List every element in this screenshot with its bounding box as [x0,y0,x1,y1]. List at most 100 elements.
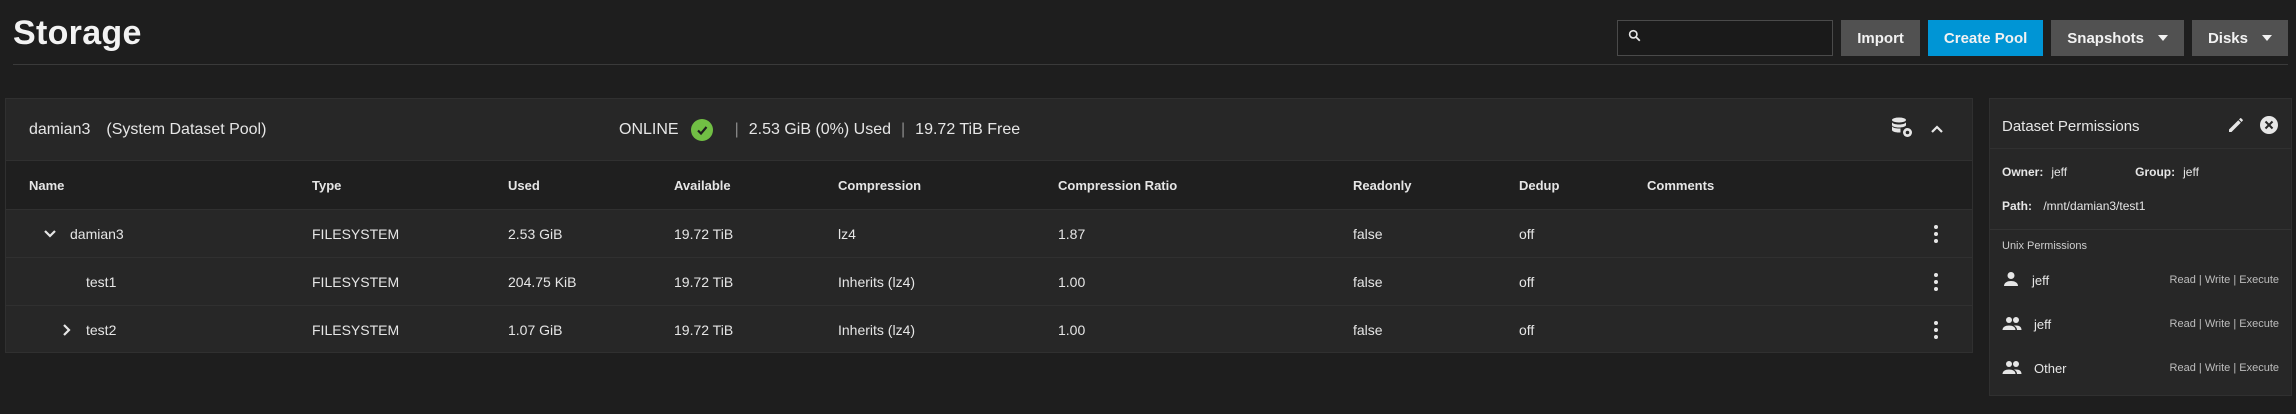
group-icon [2002,314,2022,335]
dataset-dedup: off [1519,273,1535,290]
dataset-used: 204.75 KiB [508,273,577,290]
table-row[interactable]: damian3 FILESYSTEM 2.53 GiB 19.72 TiB lz… [6,209,1972,257]
title-divider [13,64,2288,65]
owner-value: jeff [2051,165,2068,179]
dataset-type: FILESYSTEM [312,225,400,242]
permissions-path-row: Path: /mnt/damian3/test1 [1990,179,2291,213]
pool-used: 2.53 GiB (0%) Used [748,120,892,138]
check-circle-icon [690,118,713,141]
table-header: Name Type Used Available Compression Com… [6,161,1972,209]
permissions-header: Dataset Permissions [1990,105,2291,149]
col-header-name[interactable]: Name [29,178,64,193]
col-header-readonly[interactable]: Readonly [1353,178,1412,193]
caret-down-icon [2157,35,2168,41]
pool-settings-icon[interactable] [1890,115,1914,144]
col-header-available[interactable]: Available [674,178,731,193]
permission-entry-user: jeff Read | Write | Execute [1990,258,2291,302]
col-header-used[interactable]: Used [508,178,540,193]
toolbar: Import Create Pool Snapshots Disks [1617,20,2288,56]
dataset-type: FILESYSTEM [312,273,400,290]
dataset-name: test2 [86,321,117,338]
disks-menu-button[interactable]: Disks [2191,20,2288,56]
permission-rights: Read | Write | Execute [2169,274,2279,286]
chevron-down-icon[interactable] [43,229,57,239]
dataset-compression-ratio: 1.00 [1058,273,1086,290]
dataset-dedup: off [1519,225,1535,242]
import-button[interactable]: Import [1841,20,1920,56]
col-header-type[interactable]: Type [312,178,341,193]
more-vert-icon[interactable] [1934,320,1938,339]
dataset-readonly: false [1353,225,1383,242]
pool-actions [1890,115,1944,144]
user-icon [2002,270,2020,291]
table-row[interactable]: test2 FILESYSTEM 1.07 GiB 19.72 TiB Inhe… [6,305,1972,353]
dataset-compression: Inherits (lz4) [838,273,916,290]
path-value: /mnt/damian3/test1 [2043,199,2146,213]
permission-who: Other [2034,360,2067,376]
dataset-readonly: false [1353,321,1383,338]
pool-name-text: damian3 [29,120,91,138]
edit-pencil-icon[interactable] [2227,116,2245,138]
dataset-name: test1 [86,273,117,290]
disks-button-label: Disks [2207,29,2248,47]
pool-header: damian3 (System Dataset Pool) ONLINE | 2.… [6,99,1972,161]
page-title: Storage [13,14,142,52]
permission-entry-other: Other Read | Write | Execute [1990,346,2291,390]
dataset-available: 19.72 TiB [674,273,734,290]
dataset-permissions-panel: Dataset Permissions Owner: jeff Group: j… [1989,98,2292,396]
create-pool-button-label: Create Pool [1943,29,2028,47]
search-box[interactable] [1617,20,1834,56]
caret-down-icon [2262,35,2272,41]
separator: | [901,120,906,138]
group-icon [2002,358,2022,379]
import-button-label: Import [1857,29,1904,47]
system-dataset-label: (System Dataset Pool) [106,120,267,138]
dataset-compression-ratio: 1.00 [1058,321,1086,338]
snapshots-button-label: Snapshots [2067,29,2144,47]
dataset-compression-ratio: 1.87 [1058,225,1086,242]
col-header-dedup[interactable]: Dedup [1519,178,1559,193]
table-row[interactable]: test1 FILESYSTEM 204.75 KiB 19.72 TiB In… [6,257,1972,305]
dataset-readonly: false [1353,273,1383,290]
dataset-used: 1.07 GiB [508,321,563,338]
dataset-compression: Inherits (lz4) [838,321,916,338]
permissions-actions [2227,115,2279,139]
close-icon[interactable] [2259,115,2279,139]
create-pool-button[interactable]: Create Pool [1927,20,2044,56]
permission-rights: Read | Write | Execute [2169,318,2279,330]
permissions-owner-row: Owner: jeff Group: jeff [1990,149,2291,179]
collapse-chevron-up-icon[interactable] [1930,121,1944,139]
chevron-right-icon[interactable] [62,323,72,337]
dataset-available: 19.72 TiB [674,321,734,338]
search-input[interactable] [1649,30,1820,46]
dataset-compression: lz4 [838,225,856,242]
permissions-list: jeff Read | Write | Execute jeff Read | … [1990,258,2291,390]
more-vert-icon[interactable] [1934,224,1938,243]
col-header-compression[interactable]: Compression [838,178,921,193]
pool-name: damian3 (System Dataset Pool) [29,121,266,139]
col-header-comments[interactable]: Comments [1647,178,1714,193]
pool-panel: damian3 (System Dataset Pool) ONLINE | 2.… [5,98,1973,353]
dataset-available: 19.72 TiB [674,225,734,242]
group-label: Group: [2135,165,2176,179]
owner-label: Owner: [2002,165,2044,179]
group-value: jeff [2183,165,2199,179]
unix-permissions-label: Unix Permissions [2002,240,2087,252]
separator: | [734,120,739,138]
dataset-used: 2.53 GiB [508,225,563,242]
dataset-dedup: off [1519,321,1535,338]
pool-status-text: ONLINE [619,120,679,138]
pool-free: 19.72 TiB Free [915,120,1021,138]
permission-who: jeff [2032,272,2050,288]
dataset-type: FILESYSTEM [312,321,400,338]
permission-rights: Read | Write | Execute [2169,362,2279,374]
permission-entry-group: jeff Read | Write | Execute [1990,302,2291,346]
permission-who: jeff [2034,316,2052,332]
permissions-title: Dataset Permissions [2002,118,2140,135]
more-vert-icon[interactable] [1934,272,1938,291]
path-label: Path: [2002,199,2032,213]
snapshots-menu-button[interactable]: Snapshots [2051,20,2184,56]
search-icon [1628,29,1641,47]
pool-status: ONLINE | 2.53 GiB (0%) Used | 19.72 TiB … [619,118,1021,141]
col-header-compression-ratio[interactable]: Compression Ratio [1058,178,1177,193]
